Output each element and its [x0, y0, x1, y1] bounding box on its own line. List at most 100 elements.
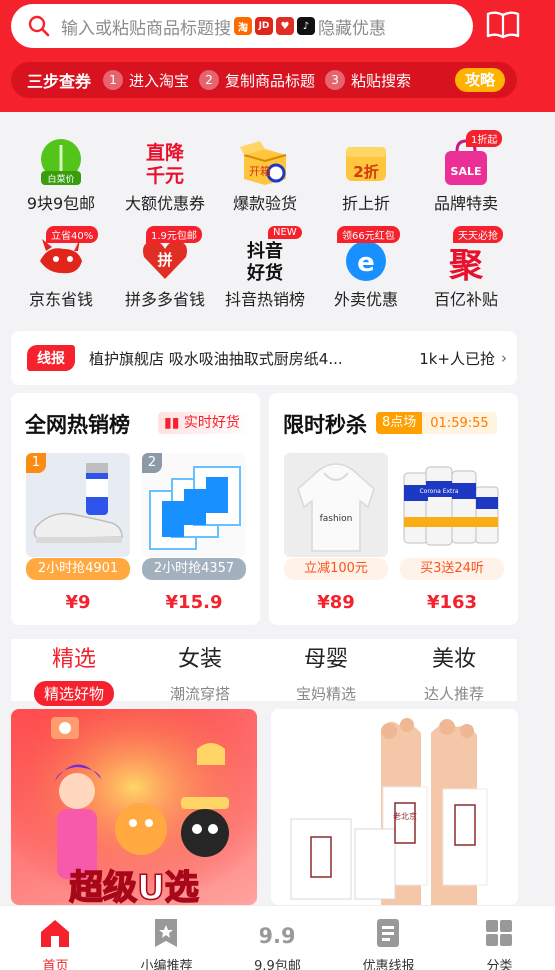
grid-item-pdd-save[interactable]: 拼 1.9元包邮 拼多多省钱 [110, 226, 220, 316]
nav-categories[interactable]: 分类 [444, 906, 555, 970]
tab-title: 美妆 [431, 647, 476, 672]
tab-baby[interactable]: 母婴 宝妈精选 [263, 639, 389, 706]
grid-item-takeout[interactable]: e 领66元红包 外卖优惠 [311, 226, 421, 316]
tab-featured[interactable]: 精选 精选好物 [11, 639, 137, 706]
nav-editor-picks[interactable]: 小编推荐 [111, 906, 222, 970]
price-drop-icon: 直降 千元 [146, 141, 185, 187]
guide-button[interactable]: 攻略 [454, 68, 505, 92]
search-suffix: 隐藏优惠 [318, 18, 386, 39]
header: 输入或粘贴商品标题搜 淘 JD ♥ ♪ 隐藏优惠 三步查券 1 进入淘宝 2 复… [0, 0, 555, 112]
foot-patch-image: 老北京 [271, 709, 518, 905]
book-icon[interactable] [485, 10, 521, 40]
grid-item-label: 外卖优惠 [333, 290, 398, 309]
nine-nine-icon: 9.9 [260, 924, 294, 948]
svg-text:直降: 直降 [146, 141, 185, 164]
svg-text:老北京: 老北京 [393, 811, 417, 821]
promo-tag: 天天必抢 [453, 226, 503, 243]
svg-text:白菜价: 白菜价 [47, 173, 74, 185]
svg-text:千元: 千元 [146, 165, 184, 187]
product-image[interactable]: fashion [284, 453, 388, 557]
taobao-icon: 淘 [234, 17, 252, 35]
step-number: 2 [199, 70, 220, 90]
hot-ranking-panel[interactable]: 全网热销榜 ▮▮ 实时好货 1 2小时抢4901 ¥9 2 2小时抢4357 ¥… [11, 393, 260, 625]
grid-item-douyin-hot[interactable]: 抖音 好货 NEW 抖音热销榜 [210, 226, 320, 316]
grid-item-extra-discount[interactable]: 2折 折上折 [311, 130, 421, 220]
step-label: 复制商品标题 [225, 71, 316, 90]
svg-text:e: e [357, 248, 375, 278]
douyin-icon: ♪ [297, 17, 315, 35]
document-icon [377, 919, 399, 947]
deal-ticker[interactable]: 线报 植护旗舰店 吸水吸油抽取式厨房纸4... 1k+人已抢 › [11, 331, 517, 385]
discount-tag: 立减100元 [284, 558, 388, 580]
promo-tag: 领66元红包 [337, 226, 400, 243]
nav-label: 9.9包邮 [254, 959, 301, 970]
tab-title: 精选 [51, 647, 96, 672]
product-image[interactable]: 1 [26, 453, 130, 557]
grid-item-label: 京东省钱 [28, 290, 93, 309]
tab-subtitle: 宝妈精选 [295, 685, 356, 703]
ticker-count: 1k+人已抢 [419, 349, 495, 368]
grid-item-9-9[interactable]: 白菜价 9块9包邮 [6, 130, 116, 220]
nav-label: 分类 [486, 959, 513, 970]
bookmark-star-icon [155, 919, 177, 947]
discount-tag: 买3送24听 [400, 558, 504, 580]
ticker-badge: 线报 [27, 345, 75, 371]
ticker-text: 植护旗舰店 吸水吸油抽取式厨房纸4... [89, 349, 343, 368]
rank-badge: 1 [26, 453, 46, 473]
step-label: 粘贴搜索 [351, 71, 412, 90]
feed-card-foot-patch[interactable]: 老北京 [271, 709, 518, 905]
product-image[interactable]: Corona Extra [400, 453, 504, 557]
grid-item-label: 拼多多省钱 [124, 290, 205, 309]
grid-item-jd-save[interactable]: 立省40% 京东省钱 [6, 226, 116, 316]
bottom-nav: 首页 小编推荐 9.9 9.9包邮 优惠线报 分类 [0, 905, 555, 970]
grid-item-subsidy[interactable]: 聚 天天必抢 百亿补贴 [411, 226, 521, 316]
tab-title: 女装 [177, 647, 222, 672]
svg-text:2折: 2折 [353, 163, 378, 181]
flash-sale-panel[interactable]: 限时秒杀 8点场 01:59:55 fashion 立减100元 ¥89 Cor… [269, 393, 518, 625]
search-placeholder: 输入或粘贴商品标题搜 [61, 18, 231, 39]
svg-text:好货: 好货 [246, 262, 283, 284]
steps-title: 三步查券 [27, 72, 92, 91]
product-price: ¥163 [426, 592, 478, 613]
cabbage-icon: 白菜价 [41, 139, 81, 185]
grid-item-label: 品牌特卖 [433, 194, 498, 213]
douyin-hot-icon: 抖音 好货 [246, 240, 283, 284]
tab-subtitle: 精选好物 [33, 681, 114, 706]
feed-card-banner[interactable]: 超级U选 [11, 709, 257, 905]
tab-title: 母婴 [303, 647, 348, 672]
tab-beauty[interactable]: 美妆 达人推荐 [391, 639, 517, 706]
nav-deal-reports[interactable]: 优惠线报 [333, 906, 444, 970]
tab-womenswear[interactable]: 女装 潮流穿搭 [137, 639, 263, 706]
product-image[interactable]: 2 [142, 453, 246, 557]
search-icon [28, 15, 50, 37]
bar-chart-icon: ▮▮ [164, 415, 180, 431]
countdown-timer: 01:59:55 [430, 415, 489, 431]
sold-tag: 2小时抢4357 [142, 558, 246, 580]
product-price: ¥15.9 [165, 592, 223, 613]
svg-text:聚: 聚 [448, 246, 484, 285]
nav-home[interactable]: 首页 [0, 906, 111, 970]
pinduoduo-icon: ♥ [276, 17, 294, 35]
svg-text:拼: 拼 [157, 251, 172, 269]
grid-item-big-coupon[interactable]: 直降 千元 大额优惠券 [110, 130, 220, 220]
svg-text:开箱: 开箱 [249, 164, 271, 178]
three-steps-banner[interactable]: 三步查券 1 进入淘宝 2 复制商品标题 3 粘贴搜索 攻略 [11, 62, 517, 98]
grid-item-unboxing[interactable]: 开箱 爆款验货 [210, 130, 320, 220]
realtime-badge: ▮▮ 实时好货 [158, 412, 254, 434]
search-bar[interactable]: 输入或粘贴商品标题搜 淘 JD ♥ ♪ 隐藏优惠 [11, 4, 473, 48]
beer-cans-image: Corona Extra [400, 453, 504, 557]
super-u-select-banner: 超级U选 [11, 709, 257, 905]
promo-tag: 1折起 [466, 130, 503, 147]
category-grid: 白菜价 9块9包邮 直降 千元 大额优惠券 开箱 爆款验货 2折 折上折 SAL… [0, 130, 555, 320]
grid-item-label: 大额优惠券 [124, 194, 205, 213]
home-icon [41, 920, 69, 947]
product-price: ¥9 [65, 592, 91, 613]
step-number: 3 [325, 70, 346, 90]
session-slot: 8点场 [376, 412, 423, 434]
hoodie-image: fashion [284, 453, 388, 557]
category-grid-icon [486, 920, 512, 946]
promo-tag: NEW [268, 226, 302, 239]
promo-tag: 立省40% [46, 226, 99, 243]
grid-item-brand-sale[interactable]: SALE 1折起 品牌特卖 [411, 130, 521, 220]
nav-nine-nine[interactable]: 9.9 9.9包邮 [222, 906, 333, 970]
